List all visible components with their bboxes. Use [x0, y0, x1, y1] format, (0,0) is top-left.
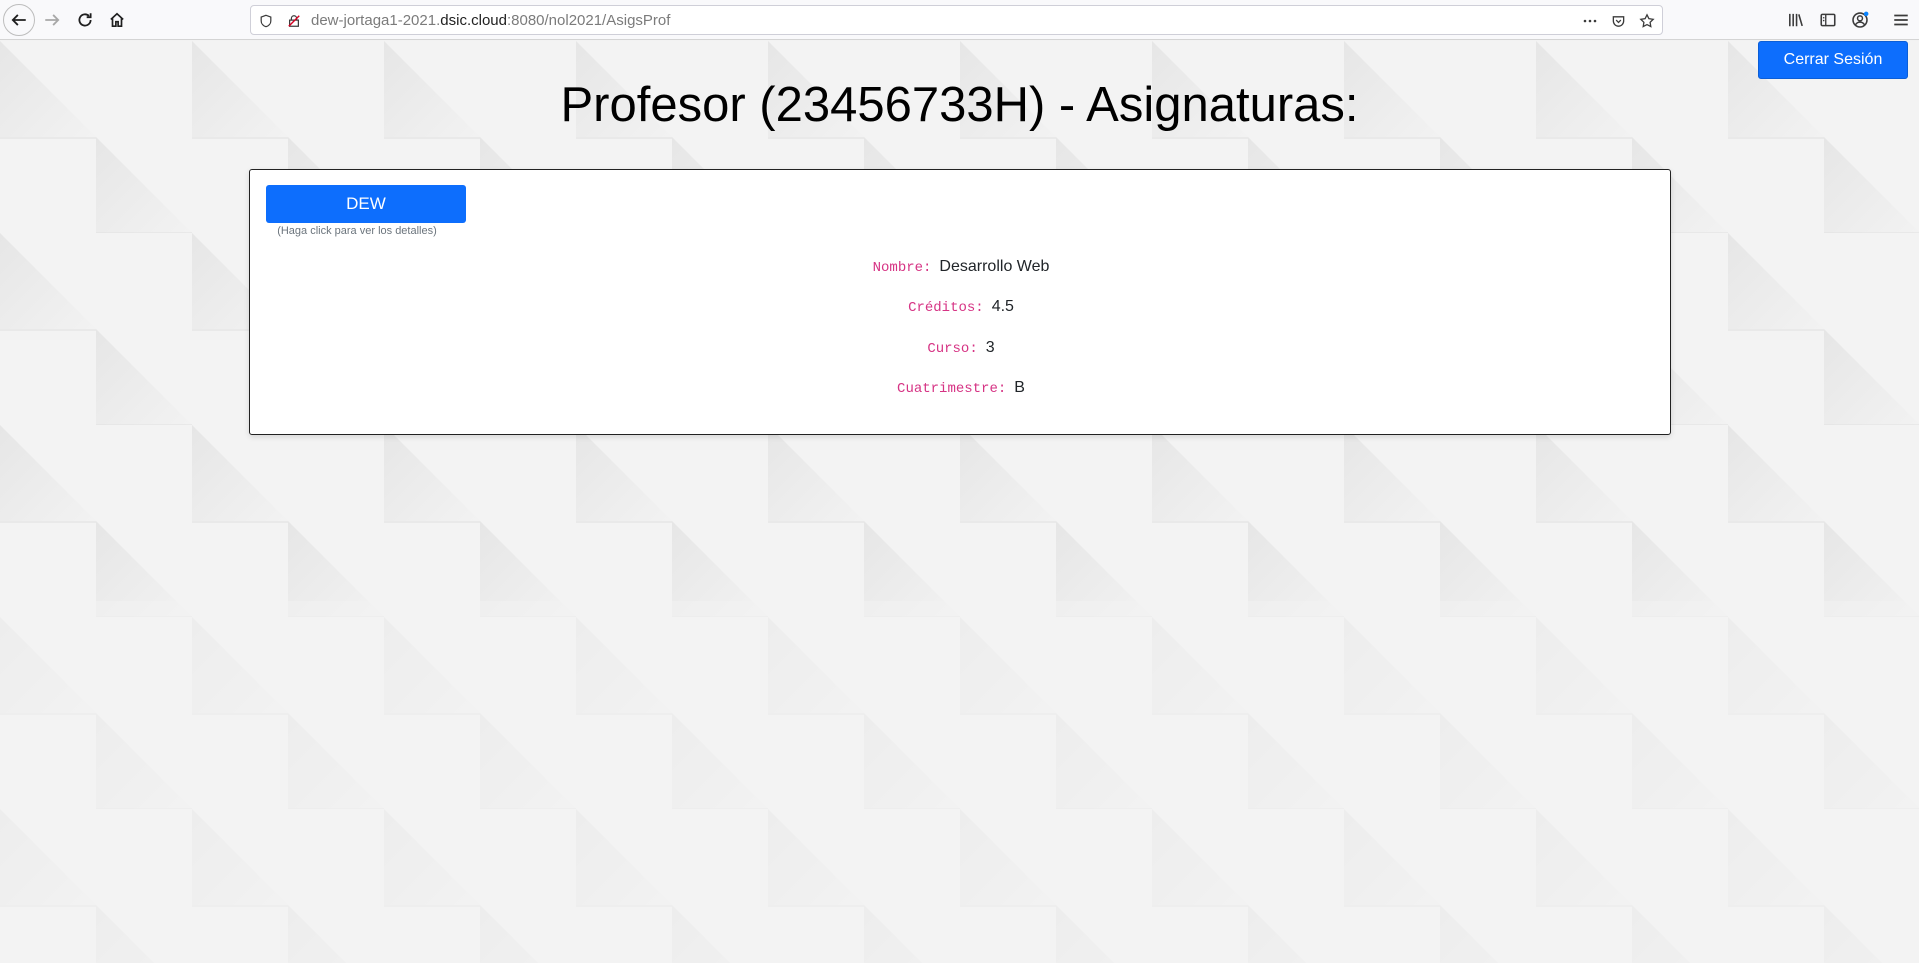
url-text[interactable]: dew-jortaga1-2021.dsic.cloud:8080/nol202…: [311, 12, 670, 29]
detail-label: Nombre:: [872, 260, 932, 276]
subject-card: DEW (Haga click para ver los detalles) N…: [249, 169, 1671, 435]
detail-label: Cuatrimestre:: [897, 381, 1007, 397]
pocket-icon[interactable]: [1609, 12, 1627, 30]
detail-row-creditos: Créditos: 4.5: [250, 298, 1672, 316]
logout-button[interactable]: Cerrar Sesión: [1758, 41, 1908, 79]
subject-button-dew[interactable]: DEW: [266, 185, 466, 223]
forward-arrow-icon: [45, 14, 60, 26]
reload-button[interactable]: [69, 4, 101, 36]
library-icon[interactable]: [1786, 10, 1806, 30]
menu-icon[interactable]: [1891, 10, 1911, 30]
reload-icon: [78, 13, 92, 27]
url-bar[interactable]: dew-jortaga1-2021.dsic.cloud:8080/nol202…: [250, 5, 1663, 35]
forward-button[interactable]: [36, 4, 68, 36]
sidebar-icon[interactable]: [1818, 10, 1838, 30]
page-title: Profesor (23456733H) - Asignaturas:: [560, 78, 1359, 132]
detail-row-nombre: Nombre: Desarrollo Web: [250, 258, 1672, 276]
url-prefix: dew-jortaga1-2021.: [311, 12, 441, 29]
browser-toolbar: dew-jortaga1-2021.dsic.cloud:8080/nol202…: [0, 0, 1919, 40]
subject-hint: (Haga click para ver los detalles): [277, 225, 437, 237]
detail-value: 4.5: [991, 298, 1014, 315]
home-button[interactable]: [101, 4, 133, 36]
detail-label: Curso:: [927, 341, 978, 357]
detail-row-curso: Curso: 3: [250, 339, 1672, 357]
detail-label: Créditos:: [908, 300, 984, 316]
tracking-shield-icon[interactable]: [257, 12, 275, 30]
account-icon[interactable]: [1850, 10, 1870, 30]
url-domain: dsic.cloud: [440, 12, 507, 29]
bookmark-star-icon[interactable]: [1638, 12, 1656, 30]
home-icon: [110, 12, 124, 28]
url-suffix: :8080/nol2021/AsigsProf: [506, 12, 671, 29]
insecure-lock-icon[interactable]: [285, 12, 303, 30]
more-actions-icon[interactable]: [1581, 12, 1599, 30]
detail-value: B: [1014, 379, 1025, 396]
back-button[interactable]: [3, 4, 35, 36]
page-content: Cerrar Sesión Profesor (23456733H) - Asi…: [0, 41, 1919, 963]
detail-value: 3: [985, 339, 995, 356]
back-arrow-icon: [11, 14, 26, 26]
detail-row-cuatrimestre: Cuatrimestre: B: [250, 379, 1672, 397]
detail-value: Desarrollo Web: [939, 258, 1050, 275]
